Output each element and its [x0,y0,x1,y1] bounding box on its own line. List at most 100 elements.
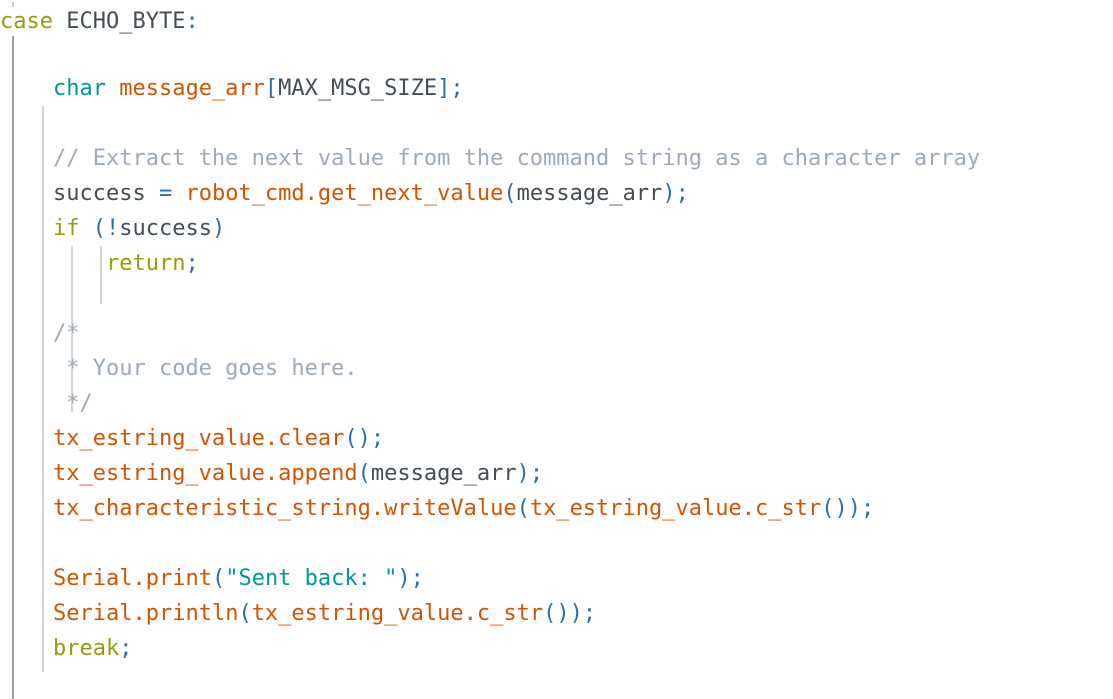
token-ident: . [264,461,279,486]
line-blank-1[interactable] [0,36,1113,71]
token-plain: MAX_MSG_SIZE [278,76,438,101]
line-characteristic-writevalue[interactable]: tx_characteristic_string.writeValue(tx_e… [0,491,1113,526]
token-ident: robot_cmd [185,181,305,206]
token-punc: ; [119,636,133,661]
token-kw: case [0,9,53,34]
token-cmt: /* [52,321,80,346]
token-punc: ) [834,496,848,521]
token-plain: message_arr [516,181,663,206]
token-typ: char [52,76,106,101]
token-ident: writeValue [384,496,517,521]
token-punc: ( [503,181,517,206]
line-case-echo-byte[interactable]: case ECHO_BYTE: [0,0,1113,36]
line-return[interactable]: return; [0,246,1113,281]
token-punc: ) [556,601,570,626]
code-editor-viewport[interactable]: case ECHO_BYTE: char message_arr[MAX_MSG… [0,0,1113,699]
token-punc: [ [264,76,279,101]
line-if-not-success[interactable]: if (!success) [0,211,1113,246]
token-plain: message_arr [370,461,517,486]
token-punc: ( [92,216,106,241]
token-punc: ) [357,426,371,451]
token-kw: break [52,636,120,661]
token-ident: tx_estring_value [251,601,464,626]
token-punc: ( [516,496,530,521]
token-ident: c_str [476,601,544,626]
token-ident: tx_characteristic_string [52,496,371,521]
token-punc: ( [238,601,252,626]
token-ident: message_arr [119,76,265,101]
line-serial-println[interactable]: Serial.println(tx_estring_value.c_str())… [0,596,1113,631]
line-block-comment-open[interactable]: /* [0,316,1113,351]
token-punc: : [185,9,199,34]
line-char-message-arr[interactable]: char message_arr[MAX_MSG_SIZE]; [0,71,1113,106]
token-punc: ) [211,216,226,241]
token-plain: success [119,216,212,241]
line-block-comment-close[interactable]: */ [0,386,1113,421]
token-kw: return [105,251,186,276]
line-serial-print[interactable]: Serial.print("Sent back: "); [0,561,1113,596]
token-punc: ) [662,181,676,206]
token-punc: ( [821,496,835,521]
line-blank-4[interactable] [0,526,1113,561]
token-punc: ; [582,601,597,626]
token-punc: ( [344,426,358,451]
token-punc: ) [516,461,530,486]
token-punc: ; [450,76,464,101]
token-punc: = [158,181,173,206]
token-ident: . [370,496,385,521]
token-ident: print [145,566,212,591]
line-estring-clear[interactable]: tx_estring_value.clear(); [0,421,1113,456]
token-ident: clear [278,426,345,451]
code-content[interactable]: case ECHO_BYTE: char message_arr[MAX_MSG… [0,0,1113,666]
token-punc: ; [675,181,689,206]
line-blank-3[interactable] [0,281,1113,316]
token-ident: println [145,601,239,626]
token-ident: . [741,496,755,521]
token-ident: tx_estring_value [529,496,742,521]
token-punc: ; [860,496,875,521]
line-blank-2[interactable] [0,106,1113,141]
line-comment-extract[interactable]: // Extract the next value from the comma… [0,141,1113,176]
token-ident: Serial [52,566,133,591]
token-ident: Serial [52,601,133,626]
token-cmt: */ [52,391,93,416]
token-punc: ; [370,426,385,451]
token-ident: . [264,426,279,451]
token-ident: . [132,601,146,626]
token-ident: . [463,601,477,626]
token-punc: ) [847,496,861,521]
token-plain: ECHO_BYTE [66,9,186,34]
token-ident: tx_estring_value [52,461,265,486]
line-block-comment-body[interactable]: * Your code goes here. [0,351,1113,386]
token-kw: if [52,216,80,241]
token-plain: success [52,181,146,206]
line-success-assign[interactable]: success = robot_cmd.get_next_value(messa… [0,176,1113,211]
token-punc: ; [185,251,199,276]
token-punc: ] [437,76,451,101]
line-break[interactable]: break; [0,631,1113,666]
token-ident: . [132,566,146,591]
token-ident: get_next_value [317,181,504,206]
line-estring-append[interactable]: tx_estring_value.append(message_arr); [0,456,1113,491]
token-punc: ( [357,461,371,486]
token-ident: . [304,181,318,206]
token-str: "Sent back: " [225,566,398,591]
token-ident: append [278,461,358,486]
token-punc: ; [529,461,544,486]
token-ident: tx_estring_value [52,426,265,451]
